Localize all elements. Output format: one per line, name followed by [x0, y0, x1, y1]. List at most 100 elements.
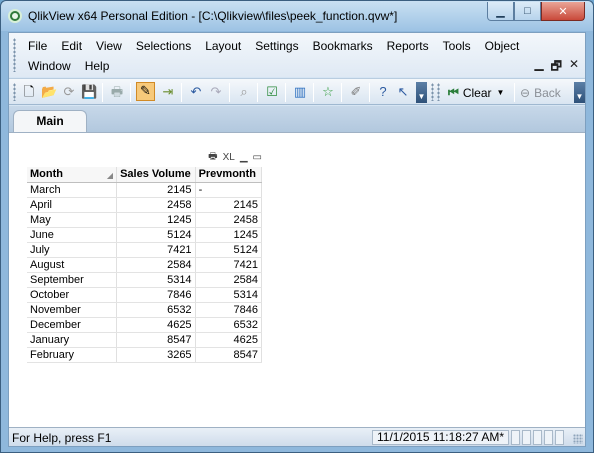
maximize-button[interactable]: □: [514, 2, 541, 21]
cell-prevmonth[interactable]: 7846: [195, 302, 263, 318]
back-button[interactable]: ⊖ Back: [520, 83, 561, 102]
cell-sales-volume[interactable]: 3265: [116, 347, 196, 363]
cell-month[interactable]: January: [27, 332, 118, 348]
menu-layout[interactable]: Layout: [198, 38, 248, 56]
cell-month[interactable]: May: [27, 212, 118, 228]
open-folder-icon[interactable]: 📂: [41, 84, 57, 100]
sheet-tab-strip: Main: [9, 106, 585, 133]
menu-window[interactable]: Window: [21, 58, 78, 76]
cell-sales-volume[interactable]: 7421: [116, 242, 196, 258]
context-help-icon[interactable]: ↖: [395, 84, 411, 100]
cell-prevmonth[interactable]: 6532: [195, 317, 263, 333]
cell-month[interactable]: February: [27, 347, 118, 363]
edit-script-icon[interactable]: ✎: [136, 82, 155, 101]
search-icon[interactable]: ⌕: [236, 84, 252, 100]
cell-prevmonth[interactable]: 8547: [195, 347, 263, 363]
sheet-canvas[interactable]: 🖶 XL ▁ ▭ Month ◢ Sales Volume Prevmonth: [9, 132, 585, 427]
cell-prevmonth[interactable]: 1245: [195, 227, 263, 243]
reload-script-icon[interactable]: ⇥: [160, 84, 176, 100]
menu-row-2: Window Help: [21, 58, 116, 76]
doc-minimize-icon[interactable]: ▁: [534, 57, 543, 78]
cell-sales-volume[interactable]: 4625: [116, 317, 196, 333]
table-row: November 6532 7846: [27, 302, 263, 318]
cell-prevmonth[interactable]: 5314: [195, 287, 263, 303]
send-to-excel-button[interactable]: XL: [223, 152, 235, 163]
cell-month[interactable]: October: [27, 287, 118, 303]
cell-prevmonth[interactable]: 7421: [195, 257, 263, 273]
cell-prevmonth[interactable]: -: [195, 182, 263, 198]
cell-month[interactable]: March: [27, 182, 118, 198]
menu-bookmarks[interactable]: Bookmarks: [306, 38, 380, 56]
toolbar-separator: [514, 83, 515, 102]
status-bar: For Help, press F1 11/1/2015 11:18:27 AM…: [9, 427, 585, 446]
minimize-object-icon[interactable]: ▁: [240, 152, 248, 163]
tab-main[interactable]: Main: [13, 110, 87, 133]
cell-prevmonth[interactable]: 5124: [195, 242, 263, 258]
doc-restore-icon[interactable]: 🗗: [551, 57, 562, 78]
cell-sales-volume[interactable]: 5314: [116, 272, 196, 288]
window-controls: ▁ □ ✕: [487, 2, 585, 21]
design-grid-icon[interactable]: ✐: [348, 84, 364, 100]
cell-sales-volume[interactable]: 1245: [116, 212, 196, 228]
menu-view[interactable]: View: [89, 38, 129, 56]
menu-object[interactable]: Object: [478, 38, 527, 56]
minimize-button[interactable]: ▁: [487, 2, 514, 21]
cell-prevmonth[interactable]: 2584: [195, 272, 263, 288]
cell-sales-volume[interactable]: 2584: [116, 257, 196, 273]
cell-sales-volume[interactable]: 2145: [116, 182, 196, 198]
reload-icon[interactable]: ⟳: [61, 84, 77, 100]
cell-prevmonth[interactable]: 2145: [195, 197, 263, 213]
maximize-object-icon[interactable]: ▭: [253, 152, 262, 163]
toolbar-grip-handle[interactable]: [437, 83, 440, 101]
print-icon[interactable]: 🖶: [109, 84, 125, 100]
close-button[interactable]: ✕: [541, 2, 585, 21]
toolbar-overflow-chevron-icon[interactable]: ▼: [416, 82, 427, 103]
toolbar-separator: [130, 83, 131, 102]
checkbox-icon[interactable]: ☑: [264, 84, 280, 100]
new-document-icon[interactable]: 🗋: [21, 84, 37, 100]
cell-month[interactable]: December: [27, 317, 118, 333]
menu-selections[interactable]: Selections: [129, 38, 198, 56]
menu-grip-handle[interactable]: [13, 38, 16, 72]
cell-month[interactable]: September: [27, 272, 118, 288]
redo-icon[interactable]: ↷: [208, 84, 224, 100]
print-icon[interactable]: 🖶: [208, 149, 217, 166]
chart-icon[interactable]: ▥: [292, 84, 308, 100]
column-header-sales-volume[interactable]: Sales Volume: [116, 167, 196, 183]
cell-sales-volume[interactable]: 7846: [116, 287, 196, 303]
document-window-controls: ▁ 🗗 ✕: [534, 57, 579, 78]
cell-prevmonth[interactable]: 2458: [195, 212, 263, 228]
cell-month[interactable]: August: [27, 257, 118, 273]
menu-edit[interactable]: Edit: [54, 38, 89, 56]
cell-sales-volume[interactable]: 2458: [116, 197, 196, 213]
toolbar-separator: [181, 83, 182, 102]
cell-month[interactable]: July: [27, 242, 118, 258]
menu-tools[interactable]: Tools: [436, 38, 478, 56]
help-icon[interactable]: ?: [375, 84, 391, 100]
cell-month[interactable]: November: [27, 302, 118, 318]
menu-settings[interactable]: Settings: [248, 38, 305, 56]
column-header-month[interactable]: Month ◢: [27, 167, 118, 183]
menu-help[interactable]: Help: [78, 58, 117, 76]
resize-grip-handle[interactable]: [573, 434, 583, 444]
toolbar-grip-handle[interactable]: [431, 83, 434, 101]
title-bar[interactable]: QlikView x64 Personal Edition - [C:\Qlik…: [1, 1, 593, 31]
save-icon[interactable]: 💾: [81, 84, 97, 100]
cell-month[interactable]: April: [27, 197, 118, 213]
cell-month[interactable]: June: [27, 227, 118, 243]
menu-reports[interactable]: Reports: [380, 38, 436, 56]
toolbar-overflow-chevron-icon[interactable]: ▼: [574, 82, 585, 103]
qlikview-app-icon[interactable]: [8, 9, 22, 23]
menu-file[interactable]: File: [21, 38, 54, 56]
column-header-prevmonth[interactable]: Prevmonth: [195, 167, 263, 183]
cell-sales-volume[interactable]: 6532: [116, 302, 196, 318]
cell-sales-volume[interactable]: 8547: [116, 332, 196, 348]
toolbar-grip-handle[interactable]: [13, 83, 16, 101]
status-indicator: [511, 430, 520, 445]
clear-button[interactable]: ⏮ Clear ▼: [448, 83, 504, 102]
cell-sales-volume[interactable]: 5124: [116, 227, 196, 243]
undo-icon[interactable]: ↶: [188, 84, 204, 100]
cell-prevmonth[interactable]: 4625: [195, 332, 263, 348]
bookmark-star-icon[interactable]: ☆: [320, 84, 336, 100]
doc-close-icon[interactable]: ✕: [569, 57, 579, 78]
